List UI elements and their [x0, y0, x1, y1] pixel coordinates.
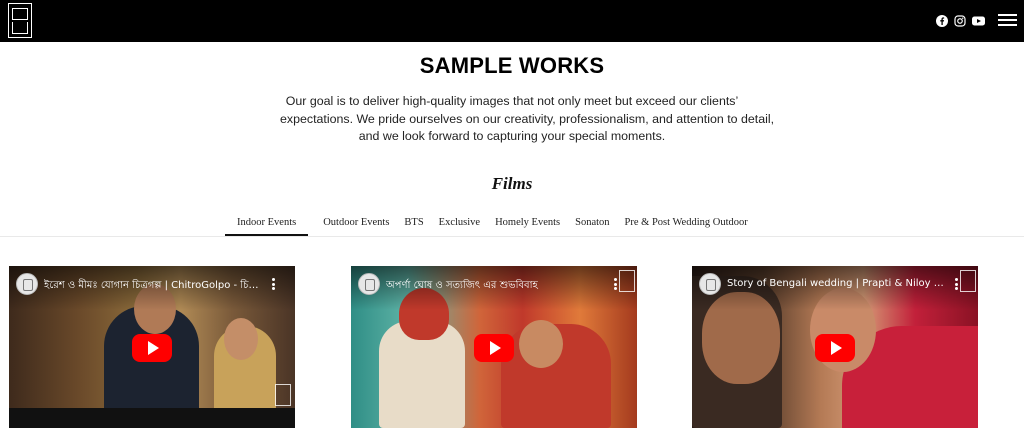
tab-outdoor-events[interactable]: Outdoor Events [323, 212, 389, 236]
tab-bts[interactable]: BTS [404, 212, 423, 236]
play-button[interactable] [132, 334, 172, 362]
intro-line: and we look forward to capturing your sp… [358, 129, 666, 143]
thumbnail-figure [224, 318, 258, 360]
thumbnail-figure [519, 320, 563, 368]
channel-avatar[interactable] [699, 273, 721, 295]
intro-paragraph: Our goal is to deliver high-quality imag… [280, 93, 775, 146]
hamburger-line [998, 24, 1017, 26]
tabs-divider [0, 236, 1024, 237]
tab-indoor-events[interactable]: Indoor Events [225, 212, 309, 236]
section-title: Films [491, 174, 533, 193]
tab-pre-post-wedding-outdoor[interactable]: Pre & Post Wedding Outdoor [625, 212, 748, 236]
more-options-icon[interactable] [954, 278, 958, 290]
tab-sonaton[interactable]: Sonaton [575, 212, 609, 236]
top-navbar [0, 0, 1024, 42]
watermark-logo [275, 384, 291, 406]
intro-line: Our goal is to deliver high-quality imag… [285, 94, 739, 108]
intro-line: expectations. We pride ourselves on our … [280, 111, 775, 126]
brand-logo[interactable] [8, 3, 32, 38]
hamburger-line [998, 14, 1017, 16]
logo-mark-bottom [12, 21, 28, 34]
channel-avatar[interactable] [16, 273, 38, 295]
video-title[interactable]: Story of Bengali wedding | Prapti & Nilo… [727, 278, 947, 289]
tab-exclusive[interactable]: Exclusive [439, 212, 480, 236]
facebook-icon[interactable] [935, 14, 949, 28]
watermark-logo [960, 270, 976, 292]
play-button[interactable] [815, 334, 855, 362]
youtube-icon[interactable] [971, 14, 985, 28]
page-title: SAMPLE WORKS [419, 53, 605, 78]
logo-mark-top [12, 7, 28, 20]
more-options-icon[interactable] [613, 278, 617, 290]
video-embed[interactable]: ইরেশ ও মীমঃ যোগান চিত্রগল্প | ChitroGolp… [9, 266, 295, 428]
instagram-icon[interactable] [953, 14, 967, 28]
video-embed[interactable]: Story of Bengali wedding | Prapti & Nilo… [692, 266, 978, 428]
channel-avatar[interactable] [358, 273, 380, 295]
tab-homely-events[interactable]: Homely Events [495, 212, 560, 236]
category-tabs: Indoor Events Outdoor Events BTS Exclusi… [225, 212, 763, 238]
play-button[interactable] [474, 334, 514, 362]
video-embed[interactable]: অপর্ণা ঘোষ ও সত্যজিৎ এর শুভবিবাহ [351, 266, 637, 428]
video-title[interactable]: অপর্ণা ঘোষ ও সত্যজিৎ এর শুভবিবাহ [386, 278, 606, 295]
more-options-icon[interactable] [271, 278, 275, 290]
letterbox-bar [9, 408, 295, 428]
hamburger-menu-icon[interactable] [998, 14, 1017, 26]
video-title[interactable]: ইরেশ ও মীমঃ যোগান চিত্রগল্প | ChitroGolp… [44, 278, 264, 295]
watermark-logo [619, 270, 635, 292]
hamburger-line [998, 19, 1017, 21]
